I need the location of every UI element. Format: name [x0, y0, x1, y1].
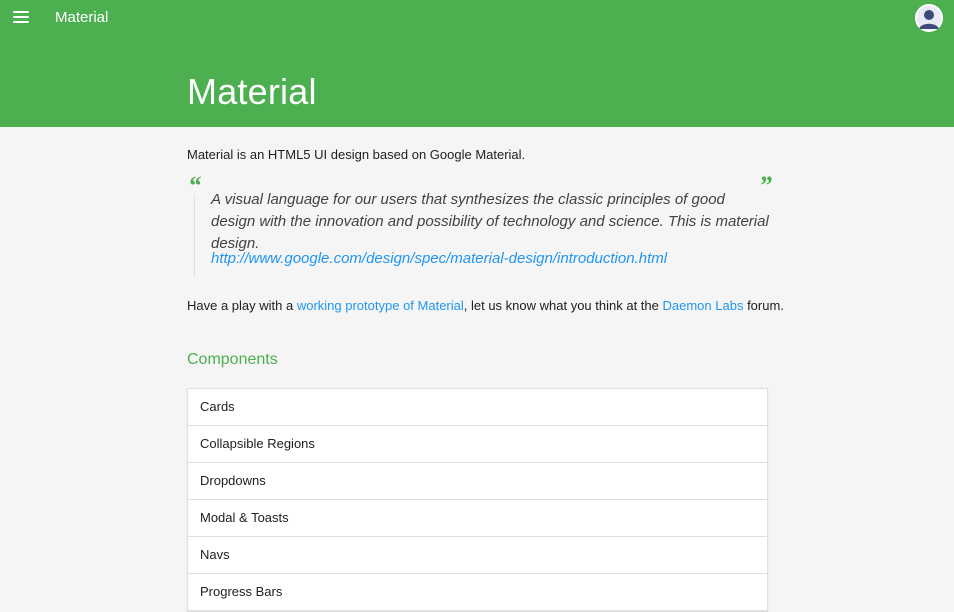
- main-content: Material is an HTML5 UI design based on …: [187, 127, 784, 612]
- play-paragraph: Have a play with a working prototype of …: [187, 298, 784, 313]
- page-title: Material: [187, 71, 317, 112]
- list-item-navs[interactable]: Navs: [188, 537, 767, 574]
- quote-source-link[interactable]: http://www.google.com/design/spec/materi…: [211, 250, 667, 267]
- app-title: Material: [55, 9, 109, 26]
- components-heading: Components: [187, 351, 278, 368]
- menu-icon[interactable]: [13, 11, 29, 25]
- quote-text: A visual language for our users that syn…: [211, 191, 769, 252]
- list-item-collapsible-regions[interactable]: Collapsible Regions: [188, 426, 767, 463]
- components-list: Cards Collapsible Regions Dropdowns Moda…: [187, 388, 768, 612]
- prototype-link[interactable]: working prototype of Material: [297, 298, 464, 313]
- play-prefix: Have a play with a: [187, 298, 297, 313]
- list-item-modal-toasts[interactable]: Modal & Toasts: [188, 500, 767, 537]
- daemon-labs-link[interactable]: Daemon Labs: [663, 298, 744, 313]
- blockquote: “ ” A visual language for our users that…: [187, 173, 772, 284]
- list-item-progress-bars[interactable]: Progress Bars: [188, 574, 767, 611]
- intro-text: Material is an HTML5 UI design based on …: [187, 147, 526, 162]
- list-item-cards[interactable]: Cards: [188, 389, 767, 426]
- app-header: Material Material: [0, 0, 954, 127]
- play-suffix: forum.: [743, 298, 784, 313]
- user-avatar-icon[interactable]: [915, 4, 943, 32]
- list-item-dropdowns[interactable]: Dropdowns: [188, 463, 767, 500]
- play-middle: , let us know what you think at the: [463, 298, 663, 313]
- quote-border: [194, 194, 195, 277]
